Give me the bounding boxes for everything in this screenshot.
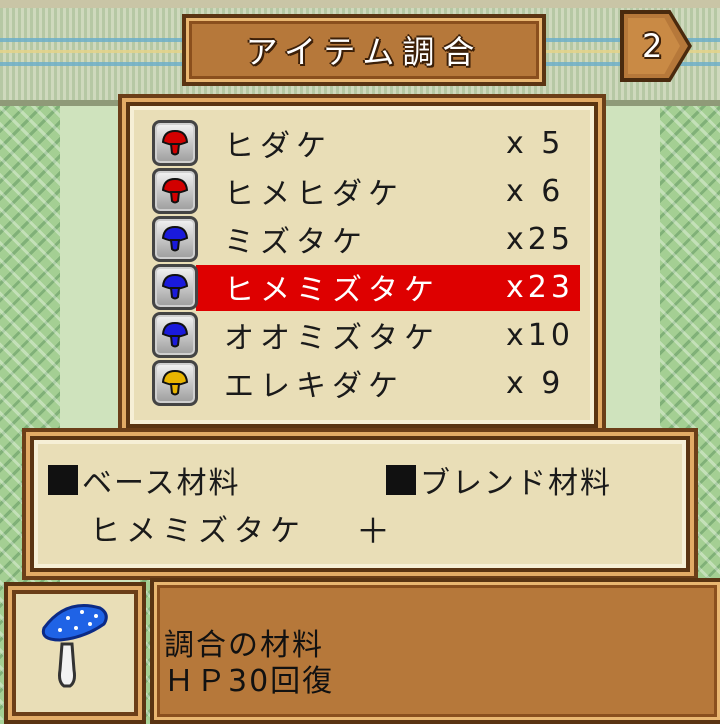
item-quantity: x25	[506, 221, 574, 257]
item-row[interactable]: ヒダケ x 5	[148, 120, 580, 166]
item-name: エレキダケ	[224, 369, 404, 404]
title-bar: アイテム調合	[182, 14, 546, 86]
description-panel: 調合の材料 ＨＰ30回復	[150, 578, 720, 724]
blend-slot-plus[interactable]: ＋	[356, 504, 390, 553]
square-bullet-icon	[386, 465, 416, 495]
materials-panel: ベース材料 ブレンド材料 ヒメミズタケ ＋	[30, 436, 690, 572]
red-mushroom-icon	[152, 168, 198, 214]
base-material-label: ベース材料	[48, 458, 241, 502]
red-mushroom-icon	[152, 120, 198, 166]
item-row[interactable]: ミズタケ x25	[148, 216, 580, 262]
item-row[interactable]: ヒメミズタケ x23	[148, 264, 580, 311]
item-name: ヒメミズタケ	[224, 273, 440, 308]
blend-material-text: ブレンド材料	[420, 466, 612, 501]
item-thumbnail-panel	[4, 582, 146, 724]
yellow-mushroom-icon	[152, 360, 198, 406]
item-list-panel: ヒダケ x 5 ヒメヒダケ x 6 ミズタケ x25 ヒメミズタケ x23 オオミズタケ x10 エ…	[126, 102, 598, 428]
base-material-value[interactable]: ヒメミズタケ	[90, 506, 306, 550]
item-quantity: x 9	[506, 365, 565, 401]
item-name: ヒダケ	[224, 129, 332, 164]
base-material-text: ベース材料	[82, 466, 241, 501]
item-row[interactable]: エレキダケ x 9	[148, 360, 580, 406]
item-name: オオミズタケ	[224, 321, 440, 356]
square-bullet-icon	[48, 465, 78, 495]
blue-mushroom-icon	[152, 216, 198, 262]
item-name: ヒメヒダケ	[224, 177, 404, 212]
blue-mushroom-icon	[152, 264, 198, 310]
page-number: 2	[642, 27, 663, 65]
item-quantity: x10	[506, 317, 574, 353]
item-quantity: x 6	[506, 173, 565, 209]
item-row[interactable]: ヒメヒダケ x 6	[148, 168, 580, 214]
description-line-2: ＨＰ30回復	[164, 664, 335, 699]
item-quantity: x23	[506, 269, 574, 305]
screen-title: アイテム調合	[245, 33, 483, 71]
blue-mushroom-icon	[41, 604, 108, 688]
blend-material-label: ブレンド材料	[386, 458, 612, 502]
blue-mushroom-icon	[152, 312, 198, 358]
item-name: ミズタケ	[224, 225, 368, 260]
item-row[interactable]: オオミズタケ x10	[148, 312, 580, 358]
item-quantity: x 5	[506, 125, 565, 161]
